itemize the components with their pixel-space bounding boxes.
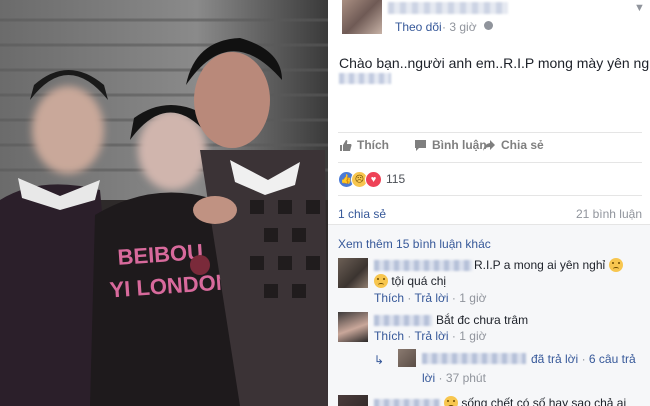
see-translation-blurred[interactable] <box>339 73 391 84</box>
comment-label: Bình luận <box>432 138 487 152</box>
comment-like-link[interactable]: Thích <box>374 329 404 343</box>
post-body: Chào bạn..người anh em..R.I.P mong mày y… <box>339 55 650 71</box>
replies-summary-continued: lời · 37 phút <box>422 371 486 385</box>
comment-text-continued: tội quá chị <box>374 274 446 288</box>
follow-link[interactable]: Theo dõi <box>395 20 442 34</box>
globe-icon <box>484 21 493 30</box>
share-arrow-icon <box>483 139 495 151</box>
replies-summary[interactable]: đã trả lời · 6 câu trả <box>531 352 636 366</box>
comment-text: sống chết có số hay sao chả ai <box>444 396 626 406</box>
reply-arrow-icon: ↳ <box>374 353 385 367</box>
comment-like-link[interactable]: Thích <box>374 291 404 305</box>
comment-actions: Thích · Trả lời · 1 giờ <box>374 291 487 305</box>
see-more-comments-link[interactable]: Xem thêm 15 bình luận khác <box>338 237 491 251</box>
sad-emoji-icon <box>374 274 388 288</box>
divider <box>338 132 642 133</box>
chevron-down-icon[interactable]: ▼ <box>634 2 645 14</box>
reply-time[interactable]: 37 phút <box>446 371 486 385</box>
sad-emoji-icon <box>608 258 623 272</box>
comment-avatar[interactable] <box>338 258 368 288</box>
reaction-count: 115 <box>386 172 406 186</box>
comment-text: R.I.P a mong ai yên nghỉ <box>474 258 623 272</box>
commenter-name-blurred[interactable] <box>374 399 440 406</box>
author-avatar[interactable] <box>342 0 382 34</box>
comment-time[interactable]: 1 giờ <box>459 291 486 305</box>
replier-name-blurred[interactable] <box>422 353 526 364</box>
post-panel: Theo dõi · 3 giờ ▼ Chào bạn..người anh e… <box>328 0 650 406</box>
comment-reply-link[interactable]: Trả lời <box>414 329 448 343</box>
comment-button[interactable]: Bình luận <box>414 138 487 152</box>
post-header: Theo dõi · 3 giờ ▼ <box>338 0 645 38</box>
share-count-link[interactable]: 1 chia sẻ <box>338 207 386 221</box>
divider <box>338 162 642 163</box>
reply-avatar[interactable] <box>398 349 416 367</box>
commenter-name-blurred[interactable] <box>374 260 472 271</box>
divider <box>338 195 642 196</box>
comment-count[interactable]: 21 bình luận <box>576 207 642 221</box>
commenter-name-blurred[interactable] <box>374 315 432 326</box>
share-label: Chia sẻ <box>501 138 544 152</box>
comment-actions: Thích · Trả lời · 1 giờ <box>374 329 487 343</box>
post-photo[interactable]: BEIBOU YI LONDON <box>0 0 328 406</box>
author-name-blurred[interactable] <box>388 2 508 14</box>
love-reaction-icon: ♥ <box>365 171 382 188</box>
thumbs-up-icon <box>340 139 352 151</box>
comment-avatar[interactable] <box>338 312 368 342</box>
comment-bubble-icon <box>415 139 426 151</box>
comment-reply-link[interactable]: Trả lời <box>414 291 448 305</box>
sad-emoji-icon <box>444 396 458 406</box>
comments-section: Xem thêm 15 bình luận khác R.I.P a mong … <box>328 224 650 406</box>
like-label: Thích <box>357 138 389 152</box>
post-time[interactable]: · 3 giờ <box>442 20 477 34</box>
post-actions: Thích Bình luận Chia sẻ <box>338 138 642 156</box>
photo-illustration: BEIBOU YI LONDON <box>0 0 328 406</box>
comment-avatar[interactable] <box>338 395 368 406</box>
like-button[interactable]: Thích <box>339 138 389 152</box>
comment-time[interactable]: 1 giờ <box>459 329 486 343</box>
comment-text: Bắt đc chưa trâm <box>436 313 529 327</box>
share-button[interactable]: Chia sẻ <box>482 138 544 152</box>
